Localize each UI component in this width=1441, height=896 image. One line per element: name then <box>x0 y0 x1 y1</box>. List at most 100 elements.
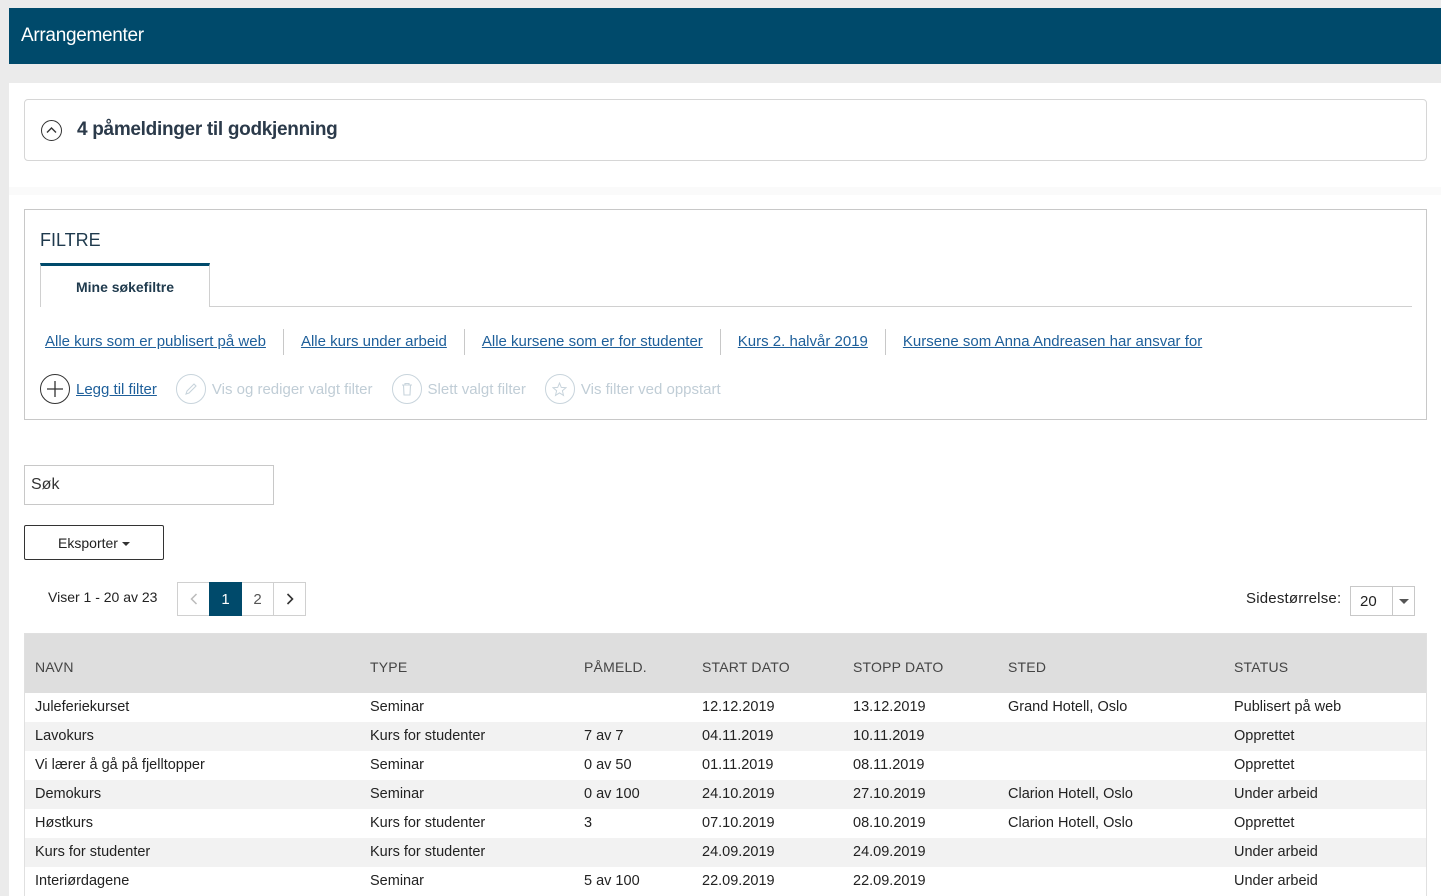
table-row[interactable]: Kurs for studenter Kurs for studenter 24… <box>25 838 1426 867</box>
cell-registered: 7 av 7 <box>584 728 624 744</box>
main-content: 4 påmeldinger til godkjenning FILTRE Min… <box>9 83 1441 896</box>
cell-type: Seminar <box>370 699 424 715</box>
cell-status: Opprettet <box>1234 815 1295 831</box>
prev-page-button[interactable] <box>177 582 210 616</box>
cell-status: Under arbeid <box>1234 786 1318 802</box>
column-header-name[interactable]: NAVN <box>35 659 74 675</box>
cell-type: Kurs for studenter <box>370 815 486 831</box>
approval-panel[interactable]: 4 påmeldinger til godkjenning <box>24 99 1427 161</box>
chevron-right-icon <box>286 593 294 605</box>
cell-name: Kurs for studenter <box>35 844 151 860</box>
saved-filter-link[interactable]: Kursene som Anna Andreasen har ansvar fo… <box>884 329 1219 355</box>
table-header: NAVN TYPE PÅMELD. START DATO STOPP DATO … <box>25 634 1426 693</box>
saved-filter-link[interactable]: Alle kurs under arbeid <box>282 329 464 355</box>
cell-type: Kurs for studenter <box>370 844 486 860</box>
cell-start-date: 04.11.2019 <box>702 728 774 744</box>
page-size-select[interactable]: 20 <box>1350 586 1415 616</box>
cell-start-date: 07.10.2019 <box>702 815 775 831</box>
export-label: Eksporter <box>58 534 118 551</box>
table-row[interactable]: Høstkurs Kurs for studenter 3 07.10.2019… <box>25 809 1426 838</box>
saved-filter-link[interactable]: Alle kursene som er for studenter <box>463 329 720 355</box>
cell-end-date: 22.09.2019 <box>853 873 926 889</box>
cell-name: Juleferiekurset <box>35 699 130 715</box>
tab-my-search-filters[interactable]: Mine søkefiltre <box>40 263 210 307</box>
cell-status: Under arbeid <box>1234 873 1318 889</box>
cell-end-date: 10.11.2019 <box>853 728 925 744</box>
page-button[interactable]: 2 <box>241 582 274 616</box>
cell-name: Lavokurs <box>35 728 94 744</box>
column-header-status[interactable]: STATUS <box>1234 659 1288 675</box>
star-icon <box>544 374 575 404</box>
cell-name: Interiørdagene <box>35 873 130 889</box>
table-row[interactable]: Juleferiekurset Seminar 12.12.2019 13.12… <box>25 693 1426 722</box>
cell-name: Vi lærer å gå på fjelltopper <box>35 757 205 773</box>
cell-location: Grand Hotell, Oslo <box>1008 699 1128 715</box>
caret-down-icon <box>1398 598 1409 604</box>
table-row[interactable]: Vi lærer å gå på fjelltopper Seminar 0 a… <box>25 751 1426 780</box>
delete-filter-label: Slett valgt filter <box>427 380 526 398</box>
cell-end-date: 24.09.2019 <box>853 844 926 860</box>
divider-band <box>9 187 1441 195</box>
filter-actions: Legg til filter Vis og rediger valgt fil… <box>40 372 740 406</box>
dropdown-button[interactable] <box>1392 587 1414 615</box>
cell-type: Kurs for studenter <box>370 728 486 744</box>
cell-type: Seminar <box>370 757 424 773</box>
tab-label: Mine søkefiltre <box>75 279 175 295</box>
cell-registered: 0 av 50 <box>584 757 632 773</box>
column-header-type[interactable]: TYPE <box>370 659 407 675</box>
pencil-icon <box>175 374 206 404</box>
cell-end-date: 27.10.2019 <box>853 786 926 802</box>
export-button[interactable]: Eksporter <box>24 525 164 560</box>
cell-start-date: 24.09.2019 <box>702 844 775 860</box>
startup-filter-button[interactable]: Vis filter ved oppstart <box>544 374 721 404</box>
page-size-label: Sidestørrelse: <box>1246 590 1342 607</box>
saved-filter-link[interactable]: Alle kurs som er publisert på web <box>45 329 283 355</box>
cell-location: Clarion Hotell, Oslo <box>1008 815 1133 831</box>
add-filter-label[interactable]: Legg til filter <box>76 381 157 398</box>
search-input[interactable] <box>24 465 274 505</box>
app-header: Arrangementer <box>9 8 1441 64</box>
caret-down-icon <box>121 541 130 546</box>
cell-start-date: 12.12.2019 <box>702 699 775 715</box>
cell-start-date: 24.10.2019 <box>702 786 775 802</box>
column-header-end-date[interactable]: STOPP DATO <box>853 659 943 675</box>
cell-status: Publisert på web <box>1234 699 1342 715</box>
delete-filter-button[interactable]: Slett valgt filter <box>391 374 526 404</box>
edit-filter-label: Vis og rediger valgt filter <box>211 380 373 398</box>
approval-title[interactable]: 4 påmeldinger til godkjenning <box>77 119 338 141</box>
startup-filter-label: Vis filter ved oppstart <box>580 380 721 398</box>
chevron-up-circle-icon[interactable] <box>41 120 62 141</box>
next-page-button[interactable] <box>273 582 306 616</box>
trash-icon <box>391 374 422 404</box>
saved-filter-link[interactable]: Kurs 2. halvår 2019 <box>719 329 885 355</box>
pagination: 1 2 <box>177 582 306 616</box>
cell-location: Clarion Hotell, Oslo <box>1008 786 1133 802</box>
cell-end-date: 13.12.2019 <box>853 699 926 715</box>
table-row[interactable]: Demokurs Seminar 0 av 100 24.10.2019 27.… <box>25 780 1426 809</box>
cell-status: Opprettet <box>1234 757 1295 773</box>
table-row[interactable]: Interiørdagene Seminar 5 av 100 22.09.20… <box>25 867 1426 896</box>
column-header-start-date[interactable]: START DATO <box>702 659 790 675</box>
cell-type: Seminar <box>370 873 424 889</box>
cell-start-date: 22.09.2019 <box>702 873 775 889</box>
edit-filter-button[interactable]: Vis og rediger valgt filter <box>175 374 373 404</box>
column-header-location[interactable]: STED <box>1008 659 1046 675</box>
cell-status: Opprettet <box>1234 728 1295 744</box>
chevron-left-icon <box>189 593 197 605</box>
cell-end-date: 08.11.2019 <box>853 757 925 773</box>
page-size-value: 20 <box>1360 593 1377 610</box>
result-count: Viser 1 - 20 av 23 <box>48 589 158 605</box>
cell-registered: 5 av 100 <box>584 873 640 889</box>
cell-type: Seminar <box>370 786 424 802</box>
cell-end-date: 08.10.2019 <box>853 815 926 831</box>
table-row[interactable]: Lavokurs Kurs for studenter 7 av 7 04.11… <box>25 722 1426 751</box>
filters-title: FILTRE <box>40 230 101 250</box>
page-title: Arrangementer <box>21 25 144 46</box>
cell-name: Høstkurs <box>35 815 93 831</box>
add-filter-button[interactable]: Legg til filter <box>40 374 157 404</box>
cell-name: Demokurs <box>35 786 102 802</box>
filters-panel: FILTRE Mine søkefiltre Alle kurs som er … <box>24 209 1427 420</box>
column-header-registered[interactable]: PÅMELD. <box>584 659 647 675</box>
table-body: Juleferiekurset Seminar 12.12.2019 13.12… <box>25 693 1426 896</box>
page-button[interactable]: 1 <box>209 582 242 616</box>
